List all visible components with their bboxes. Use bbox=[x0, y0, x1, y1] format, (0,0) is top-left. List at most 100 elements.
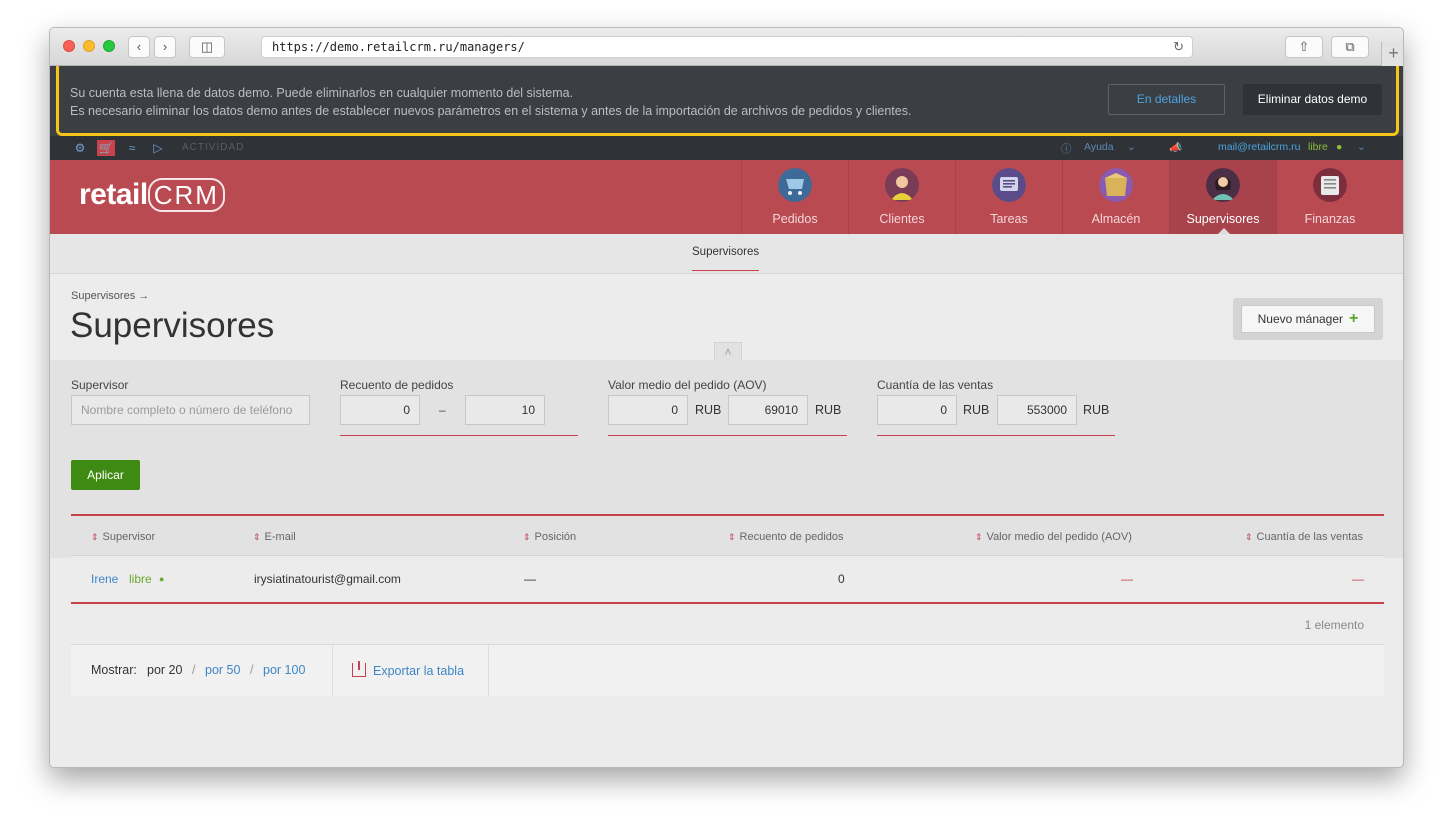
supervisor-sales: — bbox=[1352, 572, 1364, 586]
sort-icon: ⇕ bbox=[975, 532, 983, 542]
supervisor-name-link[interactable]: Irene bbox=[91, 572, 118, 586]
export-download-icon[interactable] bbox=[352, 661, 366, 677]
logo-text: retail bbox=[79, 178, 148, 211]
finance-icon bbox=[1313, 168, 1347, 202]
plus-icon: + bbox=[1349, 310, 1359, 327]
nav-label-clientes: Clientes bbox=[879, 212, 925, 226]
back-icon[interactable]: ‹ bbox=[128, 36, 150, 58]
minimize-window-icon[interactable] bbox=[83, 40, 95, 52]
user-chevron-down-icon[interactable]: ⌄ bbox=[1357, 141, 1366, 153]
orders-count-to-input[interactable]: 10 bbox=[465, 395, 545, 425]
page-size-100[interactable]: por 100 bbox=[263, 663, 305, 677]
aov-label: Valor medio del pedido (AOV) bbox=[608, 378, 767, 392]
table-footer: Mostrar: por 20 / por 50 / por 100 Expor… bbox=[71, 644, 1384, 697]
orders-count-from-input[interactable]: 0 bbox=[340, 395, 420, 425]
forward-icon[interactable]: › bbox=[154, 36, 176, 58]
new-manager-button[interactable]: Nuevo mánager + bbox=[1241, 305, 1375, 333]
page-size-20[interactable]: por 20 bbox=[147, 663, 182, 677]
page-size-separator: / bbox=[192, 663, 196, 677]
nav-label-finanzas: Finanzas bbox=[1304, 212, 1356, 226]
subnav-tab-supervisores[interactable]: Supervisores bbox=[692, 246, 760, 271]
banner-message: Su cuenta esta llena de datos demo. Pued… bbox=[70, 84, 911, 120]
collapse-filters-chevron-up-icon[interactable]: ˄ bbox=[714, 342, 742, 360]
aov-from-input[interactable]: 0 bbox=[608, 395, 688, 425]
column-header-supervisor[interactable]: ⇕ Supervisor bbox=[91, 531, 155, 543]
settings-gear-icon[interactable]: ⚙ bbox=[71, 140, 89, 156]
sales-range-underline bbox=[877, 435, 1115, 436]
zoom-window-icon[interactable] bbox=[103, 40, 115, 52]
column-header-position[interactable]: ⇕ Posición bbox=[523, 531, 576, 543]
help-icon[interactable]: ⓘ bbox=[1061, 141, 1072, 156]
banner-line-2: Es necesario eliminar los datos demo ant… bbox=[70, 104, 912, 118]
reload-icon[interactable]: ↻ bbox=[1173, 39, 1184, 55]
page-size-50[interactable]: por 50 bbox=[205, 663, 240, 677]
sort-icon: ⇕ bbox=[1245, 532, 1253, 542]
new-tab-icon[interactable]: + bbox=[1381, 42, 1403, 66]
marketing-play-icon[interactable]: ▷ bbox=[149, 140, 167, 156]
supervisor-orders: 0 bbox=[838, 572, 845, 586]
url-text: https://demo.retailcrm.ru/managers/ bbox=[272, 40, 525, 54]
sales-label: Cuantía de las ventas bbox=[877, 378, 994, 392]
nav-item-clientes[interactable]: Clientes bbox=[848, 160, 955, 234]
page-size-separator: / bbox=[250, 663, 254, 677]
element-count: 1 elemento bbox=[1304, 618, 1364, 632]
tabs-overview-icon[interactable]: ⧉ bbox=[1331, 36, 1369, 58]
nav-item-pedidos[interactable]: Pedidos bbox=[741, 160, 848, 234]
warehouse-box-icon bbox=[1099, 168, 1133, 202]
aov-from-unit: RUB bbox=[695, 403, 722, 417]
details-button[interactable]: En detalles bbox=[1108, 84, 1225, 115]
nav-item-finanzas[interactable]: Finanzas bbox=[1276, 160, 1383, 234]
sort-icon: ⇕ bbox=[728, 532, 736, 542]
nav-item-tareas[interactable]: Tareas bbox=[955, 160, 1062, 234]
user-email[interactable]: mail@retailcrm.ru bbox=[1218, 141, 1300, 153]
share-icon[interactable]: ⇧ bbox=[1285, 36, 1323, 58]
export-table-link[interactable]: Exportar la tabla bbox=[373, 664, 464, 678]
sort-icon: ⇕ bbox=[91, 532, 99, 542]
column-header-email[interactable]: ⇕ E-mail bbox=[253, 531, 296, 543]
delete-demo-data-button[interactable]: Eliminar datos demo bbox=[1243, 84, 1382, 115]
apply-filters-button[interactable]: Aplicar bbox=[71, 460, 140, 490]
nav-label-almacen: Almacén bbox=[1091, 212, 1141, 226]
column-header-sales[interactable]: ⇕ Cuantía de las ventas bbox=[1245, 531, 1363, 543]
activity-label[interactable]: ACTIVIDAD bbox=[182, 142, 244, 153]
announcements-megaphone-icon[interactable]: 📣 bbox=[1169, 141, 1182, 154]
top-toolbar: ⚙ 🛒 ≈ ▷ ACTIVIDAD ⓘ Ayuda ⌄ 📣 mail@retai… bbox=[50, 136, 1403, 160]
online-dot-icon: ● bbox=[1336, 141, 1343, 153]
help-chevron-down-icon[interactable]: ⌄ bbox=[1127, 141, 1136, 153]
footer-divider bbox=[332, 645, 333, 697]
nav-label-pedidos: Pedidos bbox=[772, 212, 818, 226]
nav-item-almacen[interactable]: Almacén bbox=[1062, 160, 1169, 234]
sort-icon: ⇕ bbox=[253, 532, 261, 542]
table-row: Irene libre ● irysiatinatourist@gmail.co… bbox=[71, 556, 1384, 604]
nav-label-tareas: Tareas bbox=[990, 212, 1028, 226]
close-window-icon[interactable] bbox=[63, 40, 75, 52]
banner-line-1: Su cuenta esta llena de datos demo. Pued… bbox=[70, 86, 574, 100]
help-link[interactable]: Ayuda bbox=[1084, 141, 1114, 153]
new-manager-button-wrap: Nuevo mánager + bbox=[1233, 298, 1383, 340]
address-bar[interactable]: https://demo.retailcrm.ru/managers/ ↻ bbox=[261, 36, 1193, 58]
sales-from-unit: RUB bbox=[963, 403, 990, 417]
sales-from-input[interactable]: 0 bbox=[877, 395, 957, 425]
browser-window: ‹ › ◫ https://demo.retailcrm.ru/managers… bbox=[49, 27, 1404, 768]
analytics-chart-icon[interactable]: ≈ bbox=[123, 140, 141, 156]
column-header-aov[interactable]: ⇕ Valor medio del pedido (AOV) bbox=[975, 531, 1132, 543]
browser-titlebar: ‹ › ◫ https://demo.retailcrm.ru/managers… bbox=[50, 28, 1403, 66]
orders-cart-icon[interactable]: 🛒 bbox=[97, 140, 115, 156]
client-avatar-icon bbox=[885, 168, 919, 202]
cart-icon bbox=[778, 168, 812, 202]
footer-divider bbox=[488, 645, 489, 697]
sales-to-unit: RUB bbox=[1083, 403, 1110, 417]
page-title: Supervisores bbox=[70, 306, 275, 345]
orders-range-dash: – bbox=[439, 403, 446, 417]
sales-to-input[interactable]: 553000 bbox=[997, 395, 1077, 425]
nav-item-supervisores[interactable]: Supervisores bbox=[1169, 160, 1276, 234]
retailcrm-logo[interactable]: retail CRM bbox=[79, 178, 225, 212]
supervisor-filter-label: Supervisor bbox=[71, 378, 129, 392]
sidebar-toggle-icon[interactable]: ◫ bbox=[189, 36, 225, 58]
column-header-orders[interactable]: ⇕ Recuento de pedidos bbox=[728, 531, 844, 543]
breadcrumb[interactable]: Supervisores → bbox=[71, 290, 149, 302]
supervisor-search-input[interactable]: Nombre completo o número de teléfono bbox=[71, 395, 310, 425]
aov-to-input[interactable]: 69010 bbox=[728, 395, 808, 425]
tasks-icon bbox=[992, 168, 1026, 202]
supervisor-position: — bbox=[524, 572, 536, 586]
